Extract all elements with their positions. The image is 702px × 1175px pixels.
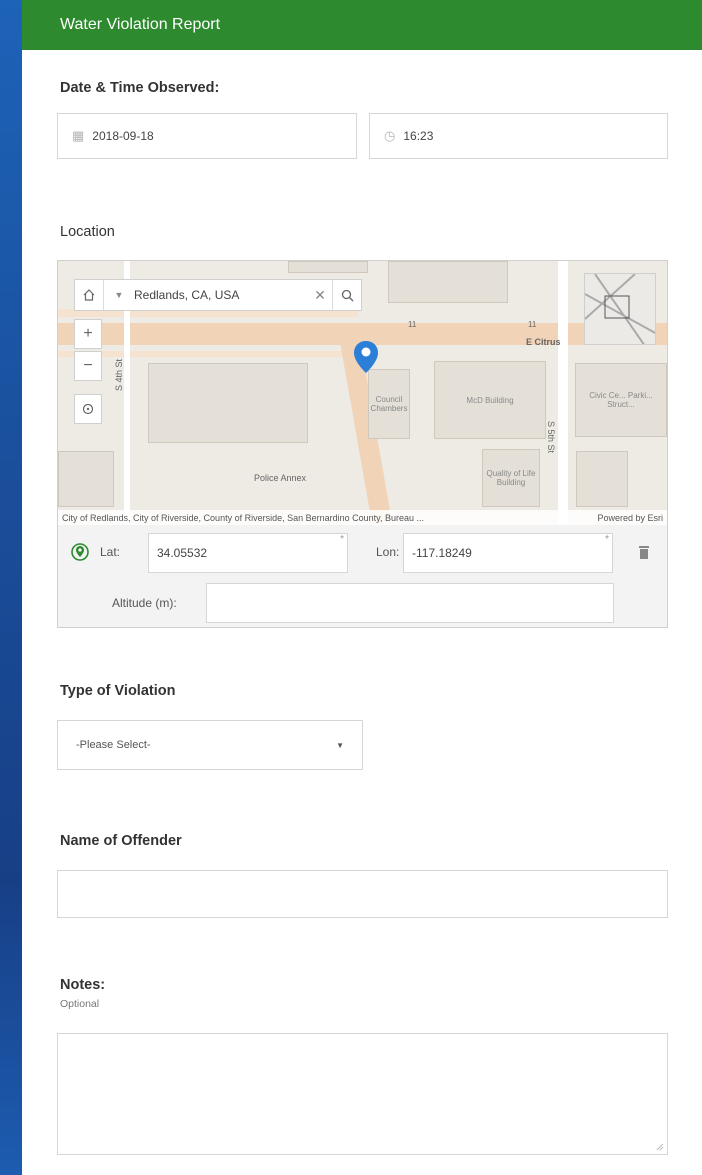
map-building <box>388 261 508 303</box>
attribution-text: City of Redlands, City of Riverside, Cou… <box>62 512 425 523</box>
search-source-dropdown[interactable]: ▼ <box>104 280 134 310</box>
lon-input[interactable]: -117.18249 * <box>403 533 613 573</box>
altitude-input[interactable] <box>206 583 614 623</box>
location-label: Location <box>60 224 115 240</box>
gps-icon[interactable] <box>70 542 90 562</box>
map-road <box>58 351 358 357</box>
map-label-quality: Quality of Life Building <box>486 469 536 487</box>
map-search-widget: ▼ Redlands, CA, USA ✕ <box>74 279 362 311</box>
date-value: 2018-09-18 <box>92 129 154 143</box>
map-label-council: Council Chambers <box>370 395 408 413</box>
lon-label: Lon: <box>376 545 400 559</box>
date-input[interactable]: ▦ 2018-09-18 <box>57 113 357 159</box>
minus-icon: − <box>83 357 93 374</box>
violation-label: Type of Violation <box>60 683 176 699</box>
date-time-label: Date & Time Observed: <box>60 80 220 96</box>
zoom-out-button[interactable]: − <box>74 351 102 381</box>
lat-input[interactable]: 34.05532 * <box>148 533 348 573</box>
chevron-down-icon: ▼ <box>114 290 124 300</box>
form-header: Water Violation Report <box>22 0 702 50</box>
offender-label: Name of Offender <box>60 833 182 849</box>
notes-textarea[interactable] <box>57 1033 668 1155</box>
lat-value: 34.05532 <box>157 546 208 560</box>
map-building-council: Council Chambers <box>368 369 410 439</box>
resize-handle-icon[interactable] <box>656 1143 664 1151</box>
home-button[interactable] <box>75 280 104 310</box>
survey-form: Water Violation Report Date & Time Obser… <box>22 0 702 1175</box>
locate-button[interactable] <box>74 394 102 424</box>
locate-icon <box>82 403 94 415</box>
map-label-5th: S 5th St <box>546 421 556 454</box>
lon-value: -117.18249 <box>412 546 472 560</box>
map-building <box>576 451 628 507</box>
clock-icon: ◷ <box>384 128 396 143</box>
map-building-civic: Civic Ce... Parki... Struct... <box>575 363 667 437</box>
zoom-in-button[interactable]: + <box>74 319 102 349</box>
clear-icon[interactable]: ✕ <box>308 287 332 304</box>
map-building <box>288 261 368 273</box>
map-label-4th: S 4th St <box>114 358 124 391</box>
location-pin-icon[interactable] <box>354 341 378 373</box>
caret-down-icon: ▼ <box>336 740 344 750</box>
time-value: 16:23 <box>403 129 434 143</box>
overview-map[interactable] <box>584 273 656 345</box>
map-label-mcd: McD Building <box>466 395 514 405</box>
map-label-police: Police Annex <box>254 473 307 483</box>
home-icon <box>83 289 95 301</box>
geopoint-widget: Council Chambers McD Building Civic Ce..… <box>57 260 668 628</box>
search-icon <box>341 289 353 301</box>
form-title: Water Violation Report <box>60 16 221 33</box>
trash-icon[interactable] <box>638 545 650 559</box>
powered-by-text[interactable]: Powered by Esri <box>597 513 663 523</box>
notes-label: Notes: <box>60 977 106 993</box>
map-view[interactable]: Council Chambers McD Building Civic Ce..… <box>58 261 667 525</box>
map-road <box>558 261 568 525</box>
map-building-mcd: McD Building <box>434 361 546 439</box>
violation-select[interactable]: -Please Select- ▼ <box>57 720 363 770</box>
search-button[interactable] <box>332 280 361 310</box>
map-label-citrus: E Citrus <box>526 337 561 347</box>
required-marker: * <box>605 534 609 545</box>
time-input[interactable]: ◷ 16:23 <box>369 113 668 159</box>
map-building-quality: Quality of Life Building <box>482 449 540 507</box>
lat-label: Lat: <box>100 545 121 559</box>
map-search-input[interactable]: Redlands, CA, USA <box>134 288 308 302</box>
plus-icon: + <box>83 325 93 342</box>
violation-selected-value: -Please Select- <box>76 739 151 751</box>
offender-input[interactable] <box>57 870 668 918</box>
map-label-11b: 11 <box>528 320 537 329</box>
calendar-icon: ▦ <box>72 128 85 143</box>
map-label-civic: Civic Ce... Parki... Struct... <box>589 391 653 409</box>
notes-hint: Optional <box>60 998 100 1010</box>
altitude-label: Altitude (m): <box>112 596 177 610</box>
map-label-11a: 11 <box>408 320 417 329</box>
map-building <box>58 451 114 507</box>
map-building <box>148 363 308 443</box>
map-attribution: City of Redlands, City of Riverside, Cou… <box>58 510 667 525</box>
required-marker: * <box>340 534 344 545</box>
